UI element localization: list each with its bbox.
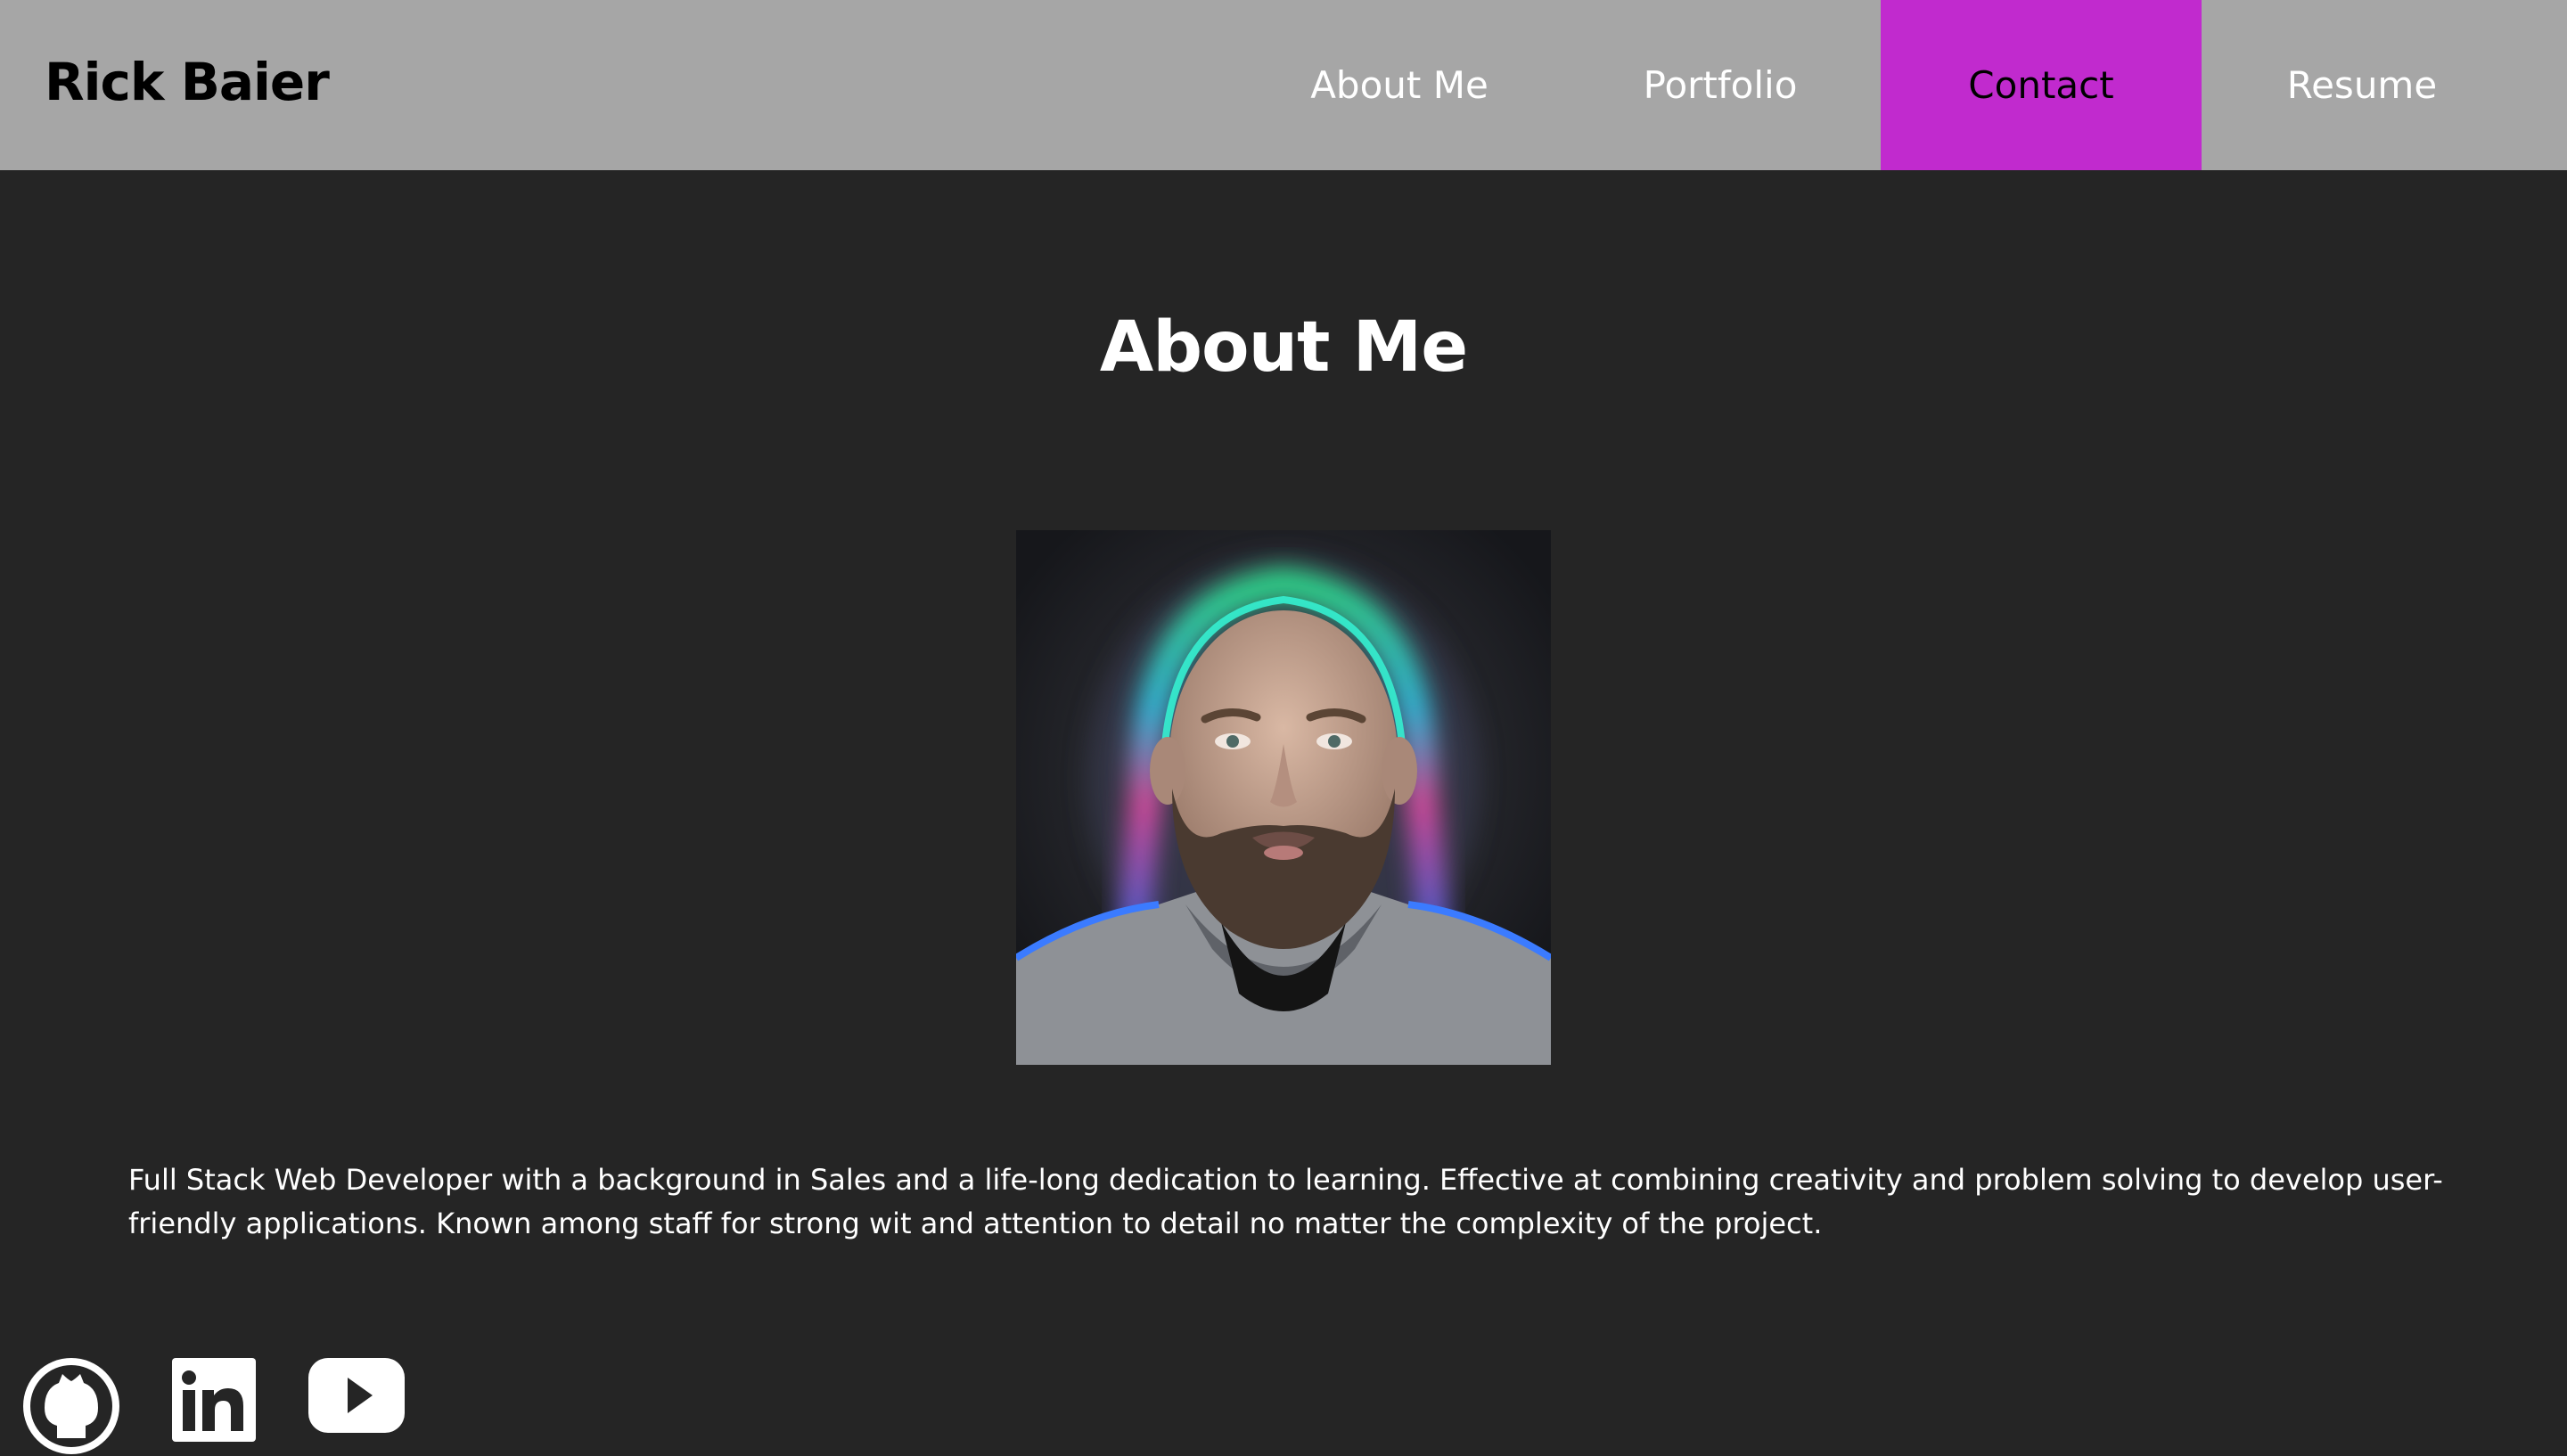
profile-photo bbox=[1016, 530, 1551, 1065]
nav-resume[interactable]: Resume bbox=[2202, 0, 2522, 170]
nav-contact-label: Contact bbox=[1968, 63, 2114, 107]
linkedin-link[interactable] bbox=[172, 1358, 256, 1456]
site-brand[interactable]: Rick Baier bbox=[45, 52, 330, 112]
bio-text: Full Stack Web Developer with a backgrou… bbox=[128, 1163, 2443, 1240]
nav-about-me[interactable]: About Me bbox=[1239, 0, 1560, 170]
nav-resume-label: Resume bbox=[2286, 63, 2438, 107]
youtube-icon bbox=[308, 1358, 405, 1433]
nav-contact[interactable]: Contact bbox=[1881, 0, 2202, 170]
youtube-link[interactable] bbox=[308, 1358, 405, 1456]
linkedin-icon bbox=[172, 1358, 256, 1442]
nav-about-me-label: About Me bbox=[1310, 63, 1489, 107]
nav-portfolio-label: Portfolio bbox=[1643, 63, 1798, 107]
profile-photo-illustration bbox=[1016, 530, 1551, 1065]
github-icon bbox=[23, 1358, 119, 1454]
top-navbar: Rick Baier About Me Portfolio Contact Re… bbox=[0, 0, 2567, 170]
nav-portfolio[interactable]: Portfolio bbox=[1560, 0, 1881, 170]
github-link[interactable] bbox=[23, 1358, 119, 1456]
page-title: About Me bbox=[1099, 307, 1468, 388]
